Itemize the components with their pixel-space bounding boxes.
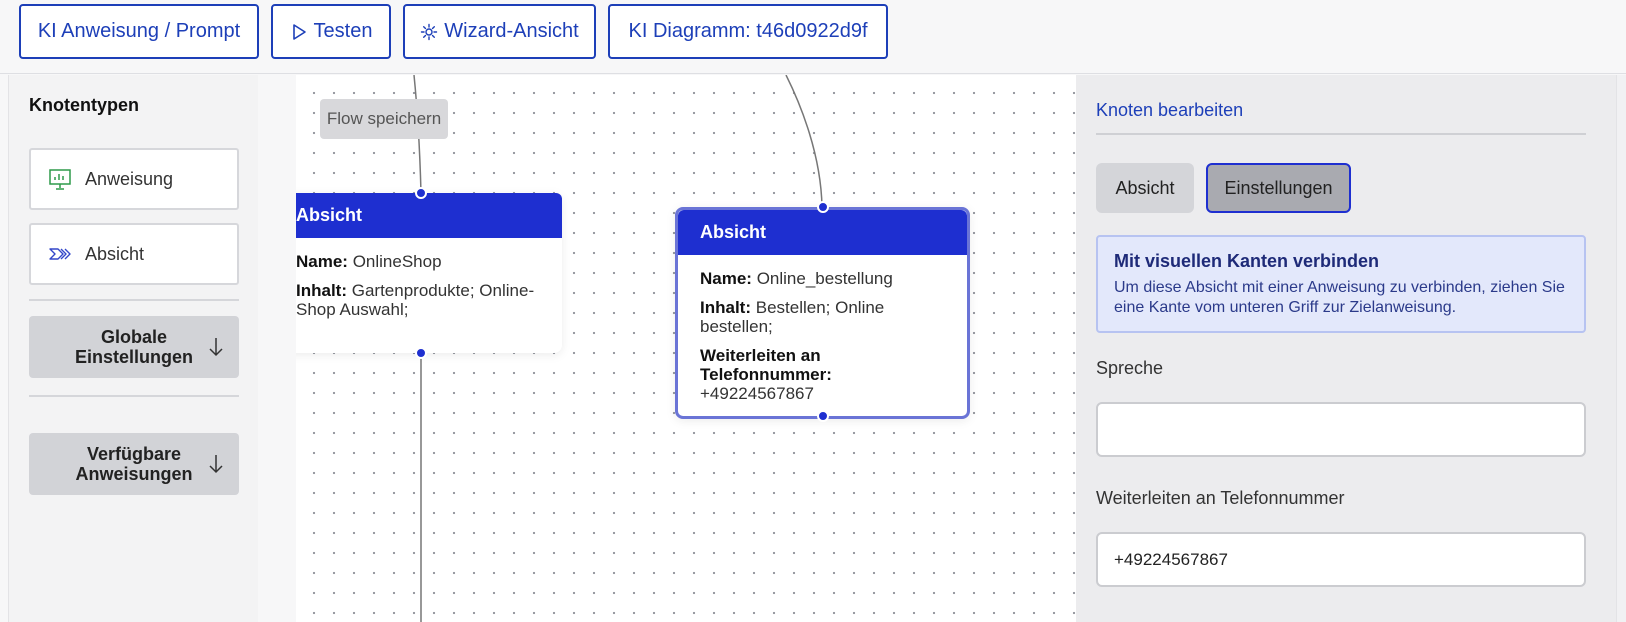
forward-phone-input[interactable] [1096, 532, 1586, 587]
node-header: Absicht [296, 193, 562, 238]
tab-testen[interactable]: Testen [271, 4, 391, 59]
divider [1096, 133, 1586, 135]
play-icon [292, 23, 306, 40]
node-header: Absicht [678, 210, 967, 255]
flow-canvas[interactable]: Flow speichern Absicht Name: OnlineShop … [296, 75, 1076, 622]
info-title: Mit visuellen Kanten verbinden [1114, 251, 1380, 271]
divider [29, 395, 239, 397]
node-edit-panel: Knoten bearbeiten Absicht Einstellungen … [1076, 75, 1616, 622]
top-toolbar: KI Anweisung / Prompt Testen Wizard-Ansi… [0, 0, 1626, 74]
accordion-globale-einstellungen[interactable]: Globale Einstellungen [29, 316, 239, 378]
tab-ki-diagramm[interactable]: KI Diagramm: t46d0922d9f [608, 4, 888, 59]
node-forward-label: Weiterleiten an Telefonnummer: [700, 346, 832, 384]
forward-phone-label: Weiterleiten an Telefonnummer [1096, 488, 1345, 508]
tab-label: KI Diagramm: t46d0922d9f [628, 20, 868, 42]
info-box: Mit visuellen Kanten verbinden Um diese … [1096, 235, 1586, 333]
node-top-handle[interactable] [415, 187, 427, 199]
node-name-row: Name: OnlineShop [296, 252, 540, 271]
node-type-label: Absicht [85, 243, 145, 264]
node-body: Name: Online_bestellung Inhalt: Bestelle… [678, 255, 967, 427]
speak-input[interactable] [1096, 402, 1586, 457]
node-name-row: Name: Online_bestellung [700, 269, 945, 288]
scrollbar[interactable] [1616, 75, 1626, 622]
speak-label: Spreche [1096, 358, 1164, 378]
panel-title: Knoten bearbeiten [1096, 100, 1244, 120]
node-type-anweisung[interactable]: Anweisung [29, 148, 239, 210]
presentation-icon [49, 169, 71, 190]
flow-save-button[interactable]: Flow speichern [320, 99, 448, 139]
node-name-value: Online_bestellung [756, 269, 893, 288]
edge-line[interactable] [785, 75, 823, 208]
node-bottom-handle[interactable] [817, 410, 829, 422]
tab-label: KI Anweisung / Prompt [37, 20, 241, 42]
node-body: Name: OnlineShop Inhalt: Gartenprodukte;… [296, 238, 562, 343]
node-content-row: Inhalt: Gartenprodukte; Online-Shop Ausw… [296, 281, 540, 319]
node-top-handle[interactable] [817, 201, 829, 213]
accordion-label: Globale Einstellungen [74, 327, 193, 367]
info-text: Um diese Absicht mit einer Anweisung zu … [1114, 279, 1565, 316]
tab-label: Wizard-Ansicht [444, 20, 579, 42]
arrow-down-icon [209, 338, 223, 357]
tab-absicht[interactable]: Absicht [1096, 163, 1194, 213]
tab-ki-anweisung-prompt[interactable]: KI Anweisung / Prompt [19, 4, 259, 59]
node-type-label: Anweisung [85, 168, 174, 189]
node-name-value: OnlineShop [352, 252, 442, 271]
node-name-label: Name: [700, 269, 752, 288]
intent-node-onlineshop[interactable]: Absicht Name: OnlineShop Inhalt: Gartenp… [296, 187, 562, 359]
gear-icon [421, 23, 438, 40]
node-forward-value: +49224567867 [700, 384, 814, 403]
tab-label: Testen [313, 20, 373, 42]
divider [29, 299, 239, 301]
tab-wizard-ansicht[interactable]: Wizard-Ansicht [403, 4, 596, 59]
node-content-row: Inhalt: Bestellen; Online bestellen; [700, 298, 945, 336]
intent-node-online-bestellung[interactable]: Absicht Name: Online_bestellung Inhalt: … [675, 201, 970, 422]
node-forward-row: Weiterleiten an Telefonnummer: +49224567… [700, 346, 945, 403]
accordion-label: Verfügbare Anweisungen [75, 444, 193, 484]
sidebar-title: Knotentypen [29, 95, 139, 115]
accordion-verfuegbare-anweisungen[interactable]: Verfügbare Anweisungen [29, 433, 239, 495]
node-bottom-handle[interactable] [415, 347, 427, 359]
node-content-label: Inhalt: [700, 298, 751, 317]
node-types-sidebar: Knotentypen Anweisung Absicht Globale Ei… [8, 75, 258, 622]
tab-einstellungen[interactable]: Einstellungen [1206, 163, 1351, 213]
node-content-label: Inhalt: [296, 281, 347, 300]
arrow-down-icon [209, 455, 223, 474]
node-type-absicht[interactable]: Absicht [29, 223, 239, 285]
node-name-label: Name: [296, 252, 348, 271]
intent-arrows-icon [49, 248, 71, 260]
